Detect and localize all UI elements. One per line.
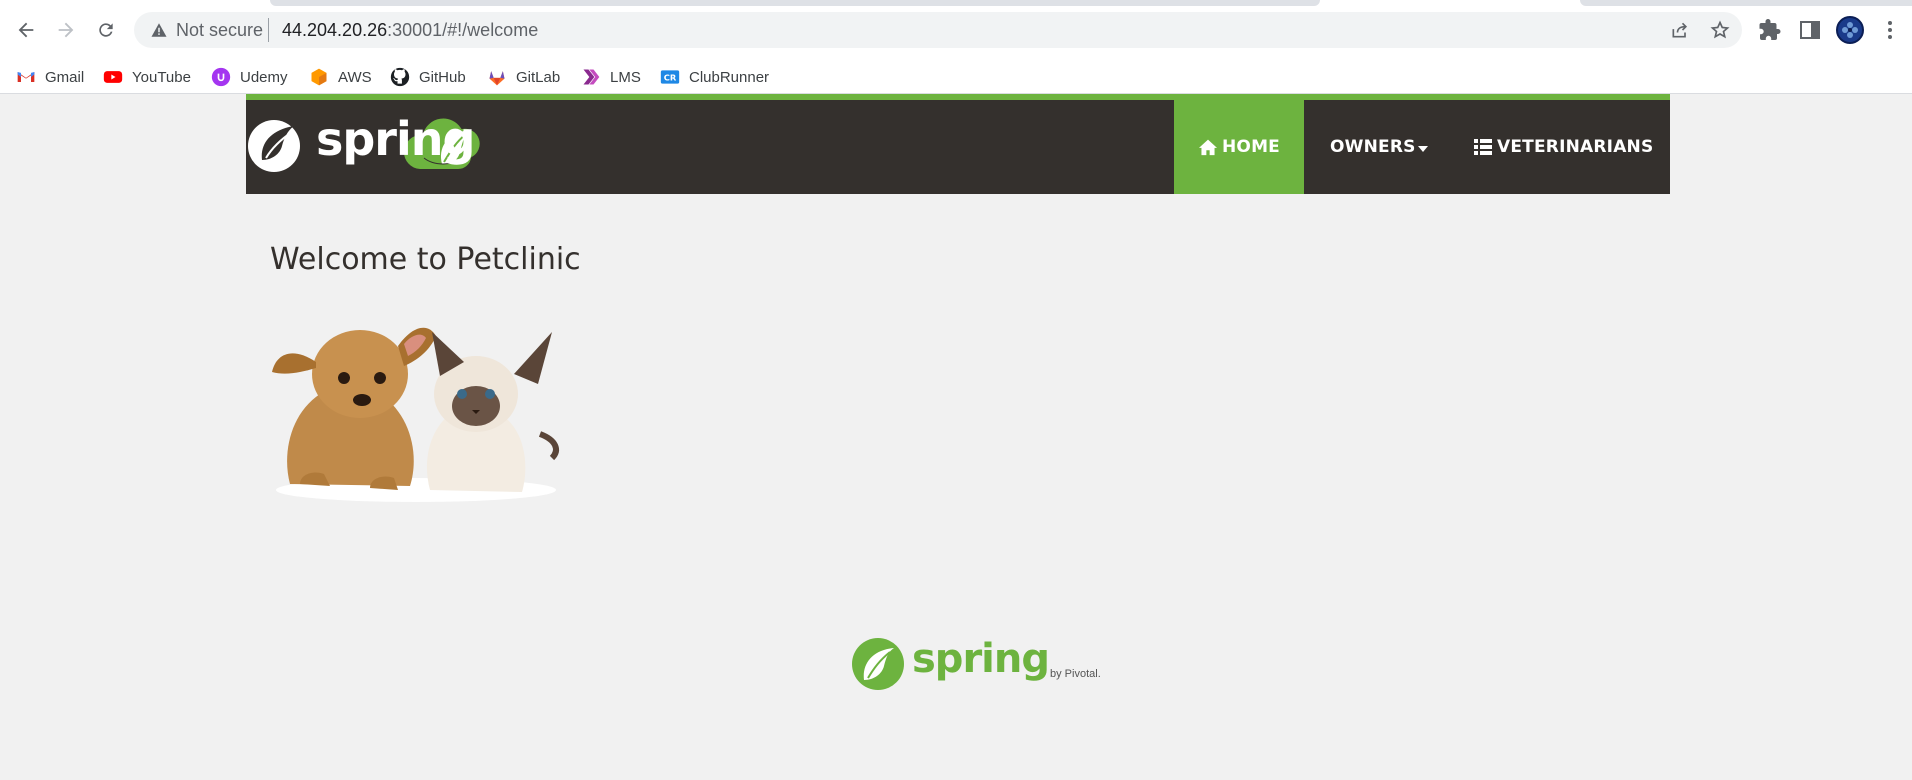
footer-logo-text: spring [912, 636, 1050, 682]
back-button[interactable] [10, 14, 42, 46]
caret-down-icon [1417, 145, 1428, 152]
gmail-icon [17, 72, 35, 82]
bookmark-label: Gmail [45, 68, 85, 86]
spring-leaf-icon [852, 638, 904, 690]
bookmark-gmail[interactable]: Gmail [16, 65, 84, 89]
bookmark-gitlab[interactable]: GitLab [487, 65, 560, 89]
reload-button[interactable] [90, 14, 122, 46]
brand-logo-text: spring [316, 112, 475, 166]
back-arrow-icon [18, 22, 34, 38]
footer-byline: by Pivotal. [1050, 668, 1101, 680]
extensions-puzzle-icon[interactable] [1758, 18, 1782, 42]
forward-button[interactable] [50, 14, 82, 46]
reload-icon [99, 23, 113, 37]
page-title: Welcome to Petclinic [270, 242, 581, 277]
bookmark-label: YouTube [132, 68, 191, 86]
url-path: :30001/#!/welcome [387, 20, 539, 40]
footer-spring-pivotal-logo: spring by Pivotal. [850, 634, 1110, 694]
bookmark-label: AWS [338, 68, 372, 86]
omnibox-separator [268, 18, 269, 42]
clubrunner-icon: CR [660, 70, 680, 84]
avatar-flower-icon [1842, 22, 1858, 38]
bookmarks-bar: Gmail YouTube Udemy AWS GitHub GitLab LM… [0, 61, 1912, 94]
bookmark-github[interactable]: GitHub [390, 65, 466, 89]
kebab-menu-icon [1888, 21, 1892, 39]
bookmark-star-icon[interactable] [1710, 20, 1730, 40]
address-bar[interactable]: Not secure 44.204.20.26:30001/#!/welcome [134, 12, 1742, 48]
bookmark-label: GitHub [419, 68, 466, 86]
svg-text:CR: CR [664, 72, 677, 82]
udemy-icon [211, 67, 231, 87]
lms-icon [583, 69, 600, 85]
github-icon [390, 67, 410, 87]
chrome-menu-button[interactable] [1874, 14, 1906, 46]
tab-strip [270, 0, 1320, 6]
nav-veterinarians[interactable]: VETERINARIANS [1474, 100, 1653, 194]
security-label[interactable]: Not secure [176, 20, 263, 41]
profile-avatar[interactable] [1836, 16, 1864, 44]
bookmark-label: ClubRunner [689, 68, 770, 86]
pets-image [272, 327, 559, 502]
web-page: spring HOME OWNERS VETERINARIANS Welcome… [0, 94, 1912, 780]
bookmark-label: GitLab [516, 68, 561, 86]
nav-veterinarians-label: VETERINARIANS [1497, 137, 1654, 157]
youtube-icon [103, 71, 123, 83]
nav-home[interactable]: HOME [1174, 100, 1304, 194]
nav-owners-label: OWNERS [1330, 137, 1416, 157]
nav-owners-dropdown[interactable]: OWNERS [1330, 100, 1428, 194]
share-icon[interactable] [1670, 20, 1690, 40]
bookmark-label: Udemy [240, 68, 288, 86]
bookmark-aws[interactable]: AWS [309, 65, 372, 89]
bookmark-label: LMS [610, 68, 641, 86]
bookmark-clubrunner[interactable]: CR ClubRunner [660, 65, 769, 89]
browser-toolbar: Not secure 44.204.20.26:30001/#!/welcome [0, 0, 1912, 61]
home-icon [1198, 139, 1217, 156]
gitlab-icon [489, 71, 505, 86]
url-host: 44.204.20.26 [282, 20, 388, 40]
site-navbar: spring HOME OWNERS VETERINARIANS [246, 94, 1670, 194]
bookmark-udemy[interactable]: Udemy [211, 65, 288, 89]
nav-home-label: HOME [1221, 137, 1280, 157]
forward-arrow-icon [58, 22, 74, 38]
bookmark-lms[interactable]: LMS [581, 65, 641, 89]
side-panel-icon[interactable] [1798, 18, 1822, 42]
warning-icon [151, 23, 167, 37]
bookmark-youtube[interactable]: YouTube [103, 65, 191, 89]
url-text[interactable]: 44.204.20.26:30001/#!/welcome [282, 20, 538, 41]
spring-petclinic-logo[interactable]: spring [246, 108, 546, 184]
list-icon [1474, 139, 1492, 155]
aws-icon [311, 68, 327, 86]
tab-strip-right [1580, 0, 1912, 6]
